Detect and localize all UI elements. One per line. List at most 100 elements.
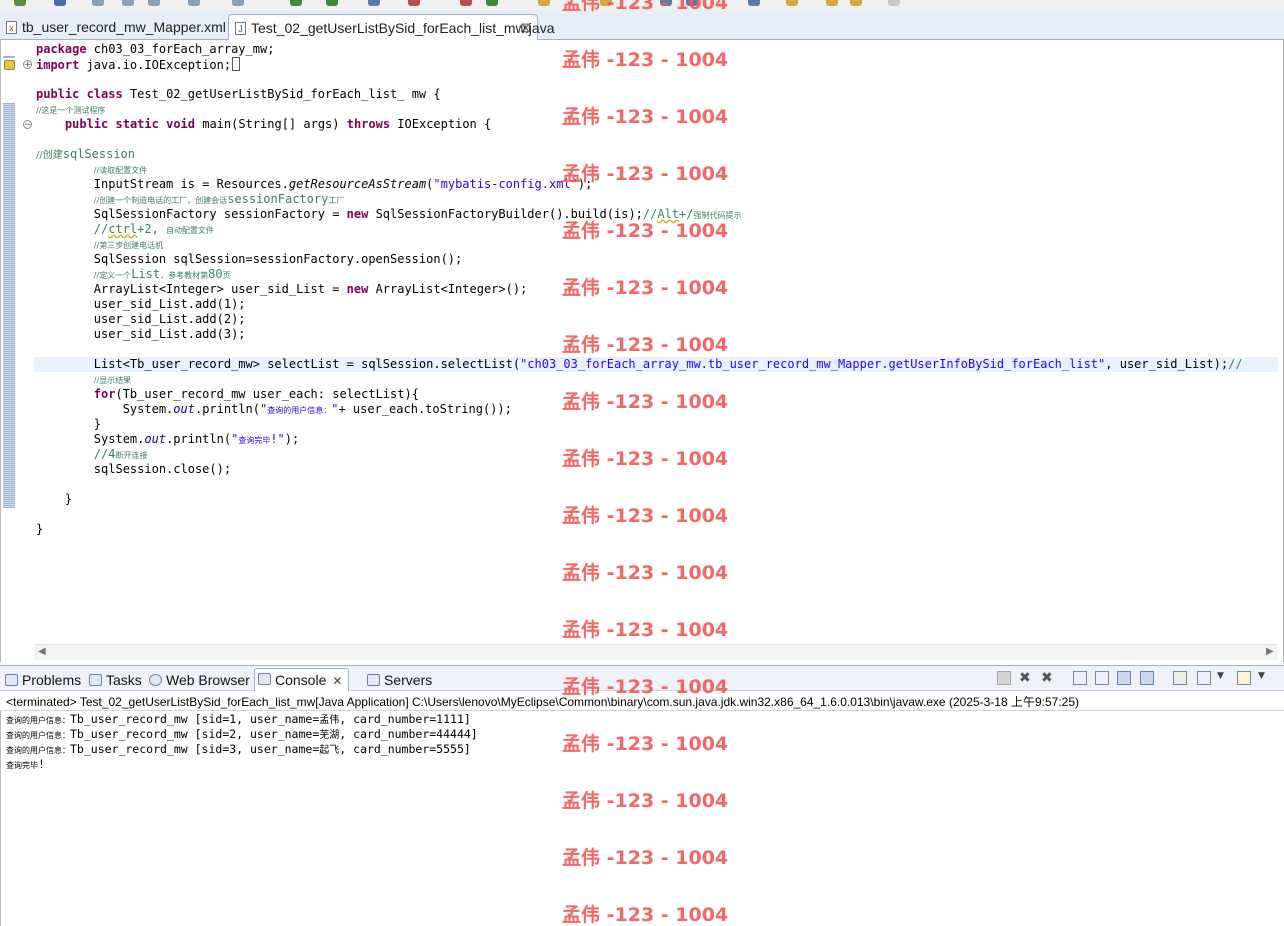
tab-label: Console xyxy=(275,672,327,688)
tab-console[interactable]: Console ✕ xyxy=(254,668,350,692)
tool-icon[interactable] xyxy=(148,0,160,6)
watermark: 孟伟 -123 - 1004 xyxy=(562,619,729,641)
tool-icon[interactable] xyxy=(368,0,380,6)
forward-icon[interactable] xyxy=(850,0,862,6)
code-line: //显示结果 xyxy=(93,376,132,385)
clear-console-icon[interactable] xyxy=(1073,671,1087,685)
remove-all-icon[interactable]: ✖ xyxy=(1041,671,1055,685)
tasks-icon xyxy=(89,674,102,686)
terminate-icon[interactable] xyxy=(997,671,1011,685)
java-file-icon: J xyxy=(235,22,246,35)
watermark: 孟伟 -123 - 1004 xyxy=(562,277,729,299)
tool-icon[interactable] xyxy=(188,0,200,6)
code-line: System.out.println("查询的用户信息："+ user_each… xyxy=(122,402,512,416)
code-line: System.out.println("查询完毕!"); xyxy=(93,432,300,446)
tool-icon[interactable] xyxy=(888,0,900,6)
watermark: 孟伟 -123 - 1004 xyxy=(562,106,729,128)
code-line: public class Test_02_getUserListBySid_fo… xyxy=(36,87,441,101)
save-icon[interactable] xyxy=(92,0,104,6)
console-line: 查询完毕! xyxy=(6,757,45,771)
tab-label: Servers xyxy=(384,672,433,688)
run-menu-icon[interactable] xyxy=(326,0,338,6)
console-status-text: <terminated> Test_02_getUserListBySid_fo… xyxy=(6,695,1080,709)
tab-tasks[interactable]: Tasks xyxy=(86,670,142,690)
code-line: package ch03_03_forEach_array_mw; xyxy=(36,42,275,56)
tab-web-browser[interactable]: Web Browser xyxy=(146,670,250,690)
problems-icon xyxy=(5,674,18,686)
run-last-icon[interactable] xyxy=(290,0,302,6)
servers-icon xyxy=(367,674,380,686)
watermark: 孟伟 -123 - 1004 xyxy=(562,676,729,698)
scroll-left-icon[interactable]: ◀ xyxy=(38,646,46,657)
fold-expand-icon[interactable]: + xyxy=(23,60,32,70)
watermark: 孟伟 -123 - 1004 xyxy=(562,334,729,356)
tab-problems[interactable]: Problems xyxy=(2,670,81,690)
pin-console-icon[interactable] xyxy=(1173,671,1187,685)
print-icon[interactable] xyxy=(122,0,134,6)
code-line: List<Tb_user_record_mw> selectList = sql… xyxy=(93,357,1243,371)
tab-label: Problems xyxy=(22,672,82,688)
display-console-icon[interactable] xyxy=(1197,671,1211,685)
show-stderr-icon[interactable] xyxy=(1140,671,1154,685)
run-icon[interactable] xyxy=(14,0,26,6)
scroll-lock-icon[interactable] xyxy=(1095,671,1109,685)
back-icon[interactable] xyxy=(826,0,838,6)
code-line: user_sid_List.add(2); xyxy=(93,312,246,326)
code-line: user_sid_List.add(3); xyxy=(93,327,246,341)
code-line: for(Tb_user_record_mw user_each: selectL… xyxy=(93,387,419,401)
close-icon[interactable]: ✕ xyxy=(332,674,342,688)
warning-marker-icon[interactable] xyxy=(4,60,15,70)
folded-marker[interactable] xyxy=(232,57,241,71)
code-line: //定义一个List，参考教材第80页 xyxy=(93,267,231,281)
console-icon xyxy=(258,673,271,685)
code-line: //创建一个制造电话的工厂，创建会话sessionFactory工厂 xyxy=(93,192,345,206)
watermark: 孟伟 -123 - 1004 xyxy=(562,562,729,584)
horizontal-scrollbar[interactable] xyxy=(34,644,1278,660)
tool-icon[interactable] xyxy=(460,0,472,6)
watermark: 孟伟 -123 - 1004 xyxy=(562,790,729,812)
globe-icon xyxy=(149,674,162,686)
show-stdout-icon[interactable] xyxy=(1117,671,1131,685)
code-line: //读取配置文件 xyxy=(93,166,148,175)
open-type-icon[interactable] xyxy=(538,0,550,6)
watermark: 孟伟 -123 - 1004 xyxy=(562,163,729,185)
remove-launch-icon[interactable]: ✖ xyxy=(1019,671,1033,685)
next-annotation-icon[interactable] xyxy=(786,0,798,6)
chevron-down-icon[interactable]: ▼ xyxy=(1258,671,1272,685)
tab-mapper-xml[interactable]: x tb_user_record_mw_Mapper.xml xyxy=(0,16,228,40)
tab-java-file[interactable]: J Test_02_getUserListBySid_forEach_list_… xyxy=(228,14,555,41)
code-line: user_sid_List.add(1); xyxy=(93,297,246,311)
code-line: //这是一个测试程序 xyxy=(36,106,106,115)
chevron-down-icon[interactable]: ▼ xyxy=(1217,671,1231,685)
change-ruler xyxy=(3,56,15,58)
watermark: 孟伟 -123 - 1004 xyxy=(562,0,729,14)
tool-icon[interactable] xyxy=(486,0,498,6)
tab-servers[interactable]: Servers xyxy=(364,670,432,690)
tab-label: Web Browser xyxy=(166,672,250,688)
watermark: 孟伟 -123 - 1004 xyxy=(562,448,729,470)
console-line: 查询的用户信息：Tb_user_record_mw [sid=1, user_n… xyxy=(6,712,471,726)
watermark: 孟伟 -123 - 1004 xyxy=(562,49,729,71)
tool-icon[interactable] xyxy=(232,0,244,6)
change-ruler xyxy=(3,103,15,508)
open-console-icon[interactable] xyxy=(1237,671,1251,685)
watermark: 孟伟 -123 - 1004 xyxy=(562,733,729,755)
tab-label: Test_02_getUserListBySid_forEach_list_mw… xyxy=(251,20,555,36)
close-icon[interactable]: ⊠ xyxy=(520,15,531,41)
tab-label: tb_user_record_mw_Mapper.xml xyxy=(22,19,226,35)
code-line: } xyxy=(36,522,44,536)
editor-tab-bar: x tb_user_record_mw_Mapper.xml J Test_02… xyxy=(0,10,1284,41)
code-line: sqlSession.close(); xyxy=(93,462,232,476)
code-line: public static void main(String[] args) t… xyxy=(64,117,492,131)
fold-collapse-icon[interactable]: − xyxy=(23,120,32,130)
server-icon[interactable] xyxy=(408,0,420,6)
code-line: //第三步创建电话机 xyxy=(93,241,164,250)
watermark: 孟伟 -123 - 1004 xyxy=(562,847,729,869)
code-line: } xyxy=(64,492,73,506)
debug-icon[interactable] xyxy=(54,0,66,6)
code-line: ArrayList<Integer> user_sid_List = new A… xyxy=(93,282,528,296)
tool-icon[interactable] xyxy=(748,0,760,6)
code-line: //4断开连接 xyxy=(93,447,148,461)
console-line: 查询的用户信息：Tb_user_record_mw [sid=3, user_n… xyxy=(6,742,471,756)
scroll-right-icon[interactable]: ▶ xyxy=(1266,646,1274,657)
